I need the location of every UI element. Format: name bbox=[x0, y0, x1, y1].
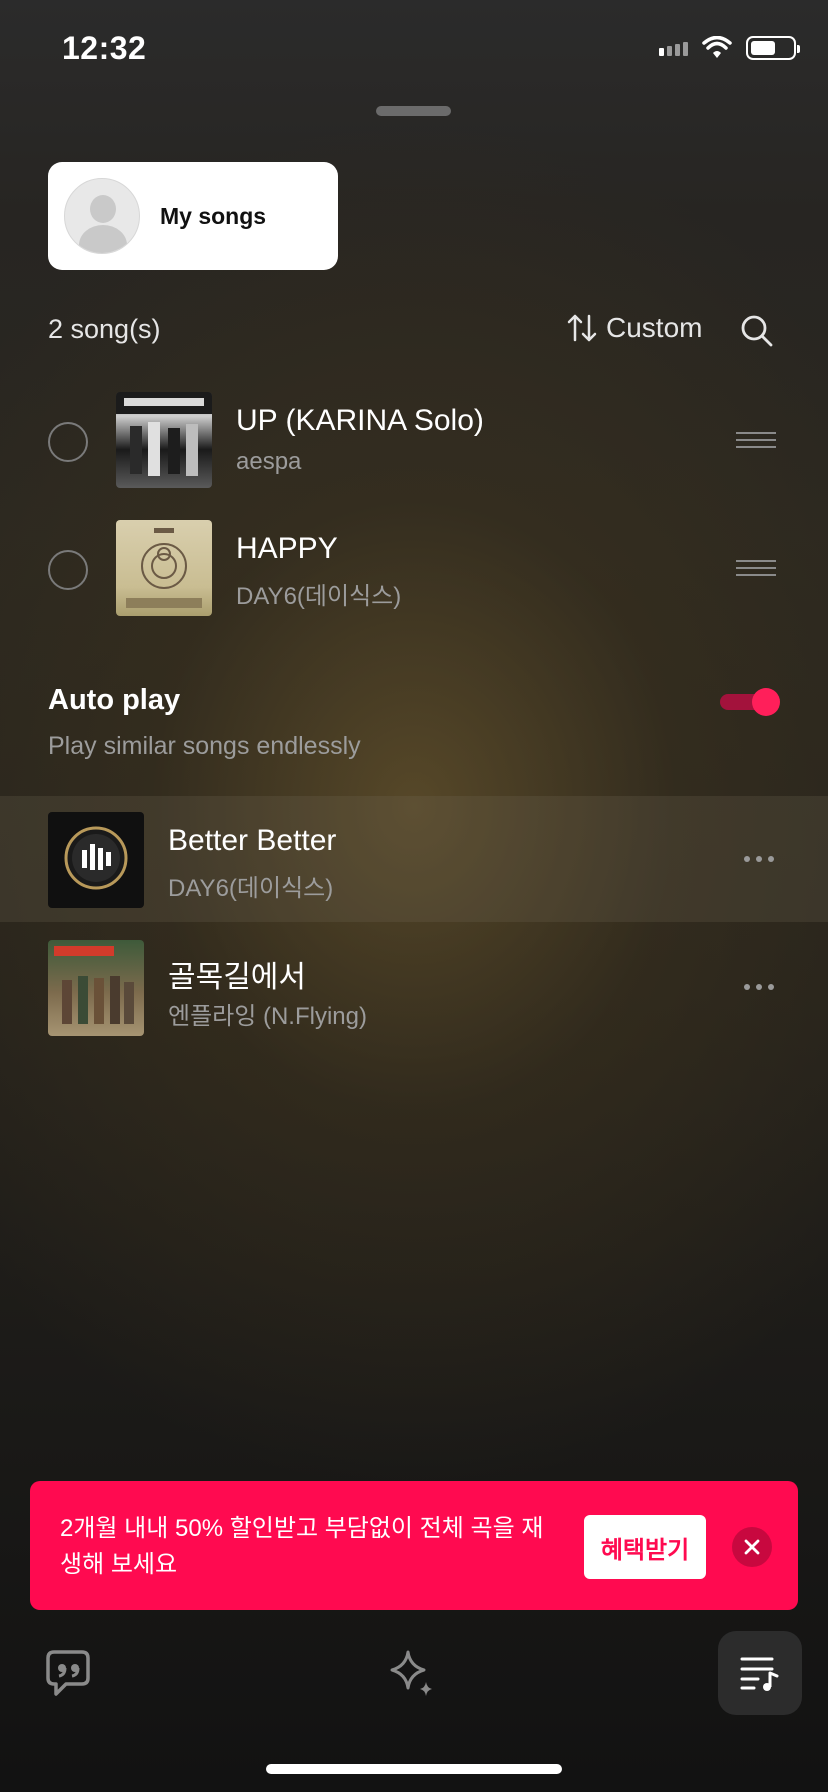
sparkle-icon[interactable] bbox=[386, 1648, 438, 1700]
album-art bbox=[116, 392, 212, 488]
avatar bbox=[64, 178, 140, 254]
list-item[interactable]: HAPPY DAY6(데이식스) bbox=[0, 504, 828, 632]
home-indicator bbox=[266, 1764, 562, 1774]
promo-button[interactable]: 혜택받기 bbox=[584, 1515, 706, 1579]
song-artist: DAY6(데이식스) bbox=[236, 583, 402, 610]
more-icon[interactable] bbox=[744, 984, 774, 990]
song-count: 2 song(s) bbox=[48, 314, 161, 344]
lyrics-icon[interactable] bbox=[44, 1648, 92, 1698]
sort-button[interactable]: Custom bbox=[566, 312, 702, 344]
my-songs-label: My songs bbox=[160, 202, 267, 229]
sort-icon bbox=[567, 314, 597, 342]
more-icon[interactable] bbox=[744, 856, 774, 862]
my-songs-card[interactable]: My songs bbox=[48, 162, 338, 270]
song-title: UP (KARINA Solo) bbox=[236, 404, 484, 437]
autoplay-toggle[interactable] bbox=[720, 688, 780, 716]
sheet-handle[interactable] bbox=[376, 106, 451, 116]
signal-icon bbox=[659, 40, 688, 56]
battery-icon bbox=[746, 36, 800, 60]
list-item[interactable]: 골목길에서 엔플라잉 (N.Flying) bbox=[0, 924, 828, 1052]
song-artist: DAY6(데이식스) bbox=[168, 875, 334, 902]
autoplay-subtitle: Play similar songs endlessly bbox=[48, 732, 361, 760]
album-art bbox=[48, 940, 144, 1036]
promo-banner[interactable]: 2개월 내내 50% 할인받고 부담없이 전체 곡을 재생해 보세요 혜택받기 bbox=[30, 1481, 798, 1610]
song-artist: 엔플라잉 (N.Flying) bbox=[168, 1003, 367, 1030]
drag-handle-icon[interactable] bbox=[736, 560, 776, 576]
select-radio[interactable] bbox=[48, 422, 88, 462]
song-title: HAPPY bbox=[236, 532, 338, 565]
autoplay-title: Auto play bbox=[48, 684, 181, 716]
close-icon bbox=[744, 1539, 760, 1555]
status-time: 12:32 bbox=[62, 30, 147, 66]
status-icons bbox=[659, 36, 800, 60]
select-radio[interactable] bbox=[48, 550, 88, 590]
drag-handle-icon[interactable] bbox=[736, 432, 776, 448]
album-art bbox=[48, 812, 144, 908]
playlist-tab[interactable] bbox=[718, 1631, 802, 1715]
promo-text: 2개월 내내 50% 할인받고 부담없이 전체 곡을 재생해 보세요 bbox=[60, 1515, 544, 1578]
sort-label: Custom bbox=[606, 312, 703, 343]
wifi-icon bbox=[702, 36, 732, 58]
song-artist: aespa bbox=[236, 448, 302, 475]
close-button[interactable] bbox=[732, 1527, 772, 1567]
list-item[interactable]: Better Better DAY6(데이식스) bbox=[0, 796, 828, 924]
song-title: 골목길에서 bbox=[168, 961, 306, 994]
album-art bbox=[116, 520, 212, 616]
playlist-icon bbox=[740, 1657, 779, 1691]
list-item[interactable]: UP (KARINA Solo) aespa bbox=[0, 376, 828, 504]
search-icon[interactable] bbox=[740, 314, 774, 348]
song-title: Better Better bbox=[168, 824, 337, 857]
